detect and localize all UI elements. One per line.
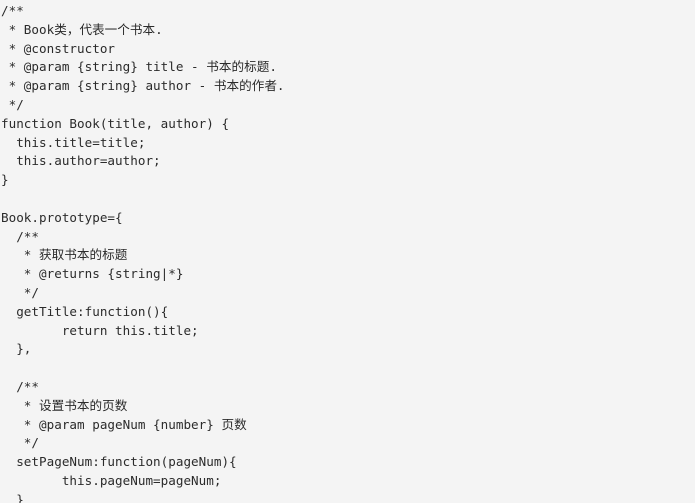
- code-line: * 设置书本的页数: [1, 397, 128, 413]
- code-line: this.title=title;: [1, 134, 146, 150]
- code-line: return this.title;: [1, 322, 199, 338]
- code-line: * @returns {string|*}: [1, 266, 184, 282]
- code-line: setPageNum:function(pageNum){: [1, 454, 237, 470]
- code-line: /**: [1, 3, 24, 18]
- code-line: * Book类，代表一个书本.: [1, 21, 163, 37]
- code-line: getTitle:function(){: [1, 303, 169, 319]
- code-line: this.pageNum=pageNum;: [1, 472, 222, 488]
- code-line: }: [1, 491, 24, 503]
- code-editor-surface[interactable]: /** * Book类，代表一个书本. * @constructor * @pa…: [0, 0, 695, 503]
- code-line: */: [1, 284, 40, 300]
- code-line: * @param {string} author - 书本的作者.: [1, 78, 285, 94]
- code-line: * @param pageNum {number} 页数: [1, 416, 247, 432]
- code-line: function Book(title, author) {: [1, 115, 230, 131]
- code-line: }: [1, 172, 9, 188]
- code-block[interactable]: /** * Book类，代表一个书本. * @constructor * @pa…: [0, 2, 695, 503]
- code-line: * @param {string} title - 书本的标题.: [1, 59, 277, 75]
- code-line: this.author=author;: [1, 153, 161, 169]
- code-line: /**: [1, 228, 40, 244]
- code-line: Book.prototype={: [1, 209, 123, 225]
- code-line: /**: [1, 378, 40, 394]
- code-line: */: [1, 435, 40, 451]
- code-line: },: [1, 341, 32, 357]
- code-line: * @constructor: [1, 40, 116, 56]
- code-line: * 获取书本的标题: [1, 247, 128, 263]
- code-line: */: [1, 96, 24, 112]
